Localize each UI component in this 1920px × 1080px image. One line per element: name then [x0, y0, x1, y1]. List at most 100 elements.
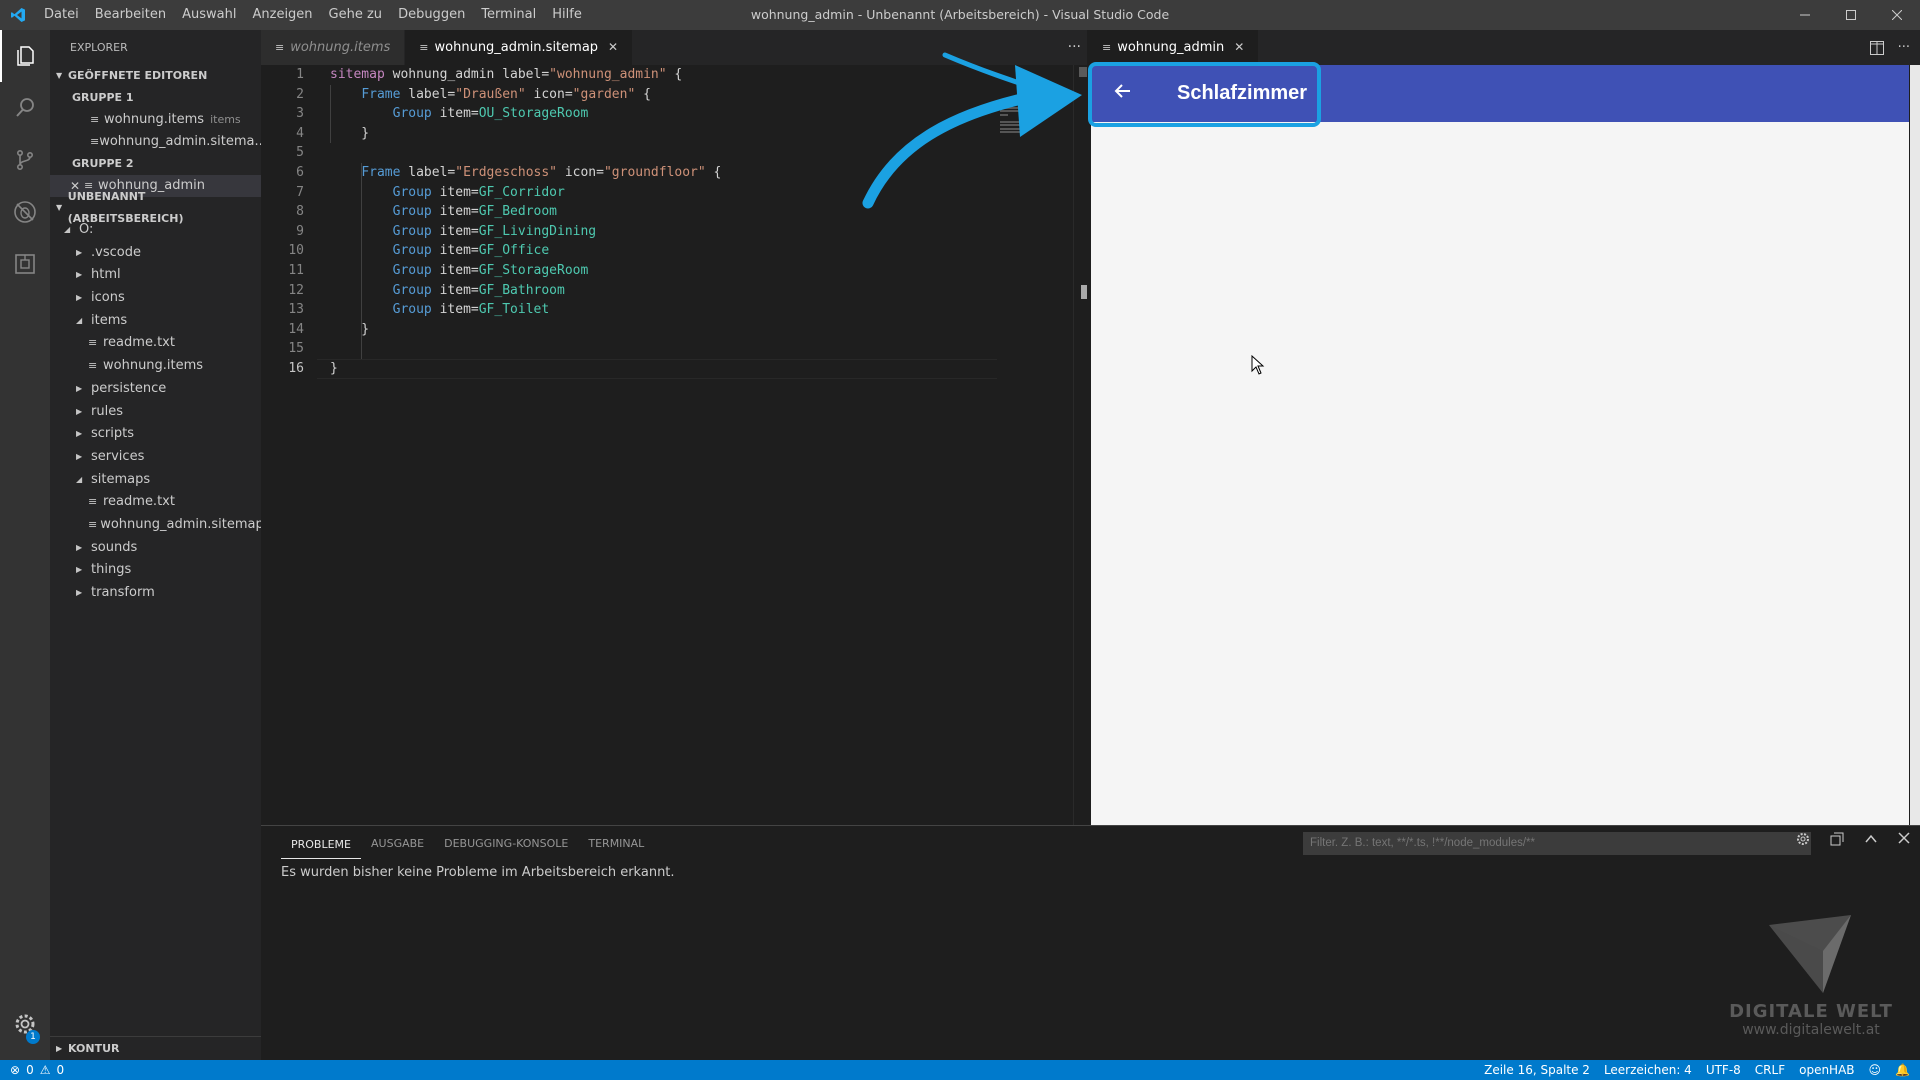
code-line: 9 Group item=GF_LivingDining: [261, 222, 991, 242]
tab-wohnung-admin-sitemap[interactable]: ≡ wohnung_admin.sitemap ✕: [405, 30, 634, 65]
maximize-button[interactable]: [1828, 0, 1874, 30]
workspace-header[interactable]: ▼ UNBENANNT (ARBEITSBEREICH): [50, 190, 261, 225]
tree-folder[interactable]: ◢ items: [50, 310, 261, 333]
line-ending[interactable]: CRLF: [1755, 1063, 1785, 1077]
smiley-feedback-icon[interactable]: ☺: [1869, 1063, 1882, 1077]
debug-icon: [14, 201, 36, 223]
code-text: Group item=OU_StorageRoom: [392, 106, 589, 122]
menu-view[interactable]: Anzeigen: [244, 0, 320, 30]
code-text: Group item=GF_Corridor: [392, 184, 565, 200]
source-control-icon: [17, 149, 34, 170]
close-icon[interactable]: ✕: [1234, 30, 1244, 65]
tree-folder[interactable]: ◢ sitemaps: [50, 469, 261, 492]
tree-folder[interactable]: ▶ transform: [50, 582, 261, 605]
activity-debug[interactable]: [0, 186, 50, 238]
code-text: Group item=GF_Toilet: [392, 302, 550, 318]
tree-folder[interactable]: ▶ services: [50, 446, 261, 469]
tree-folder[interactable]: ▶ sounds: [50, 537, 261, 560]
editor-actions: ···: [1869, 30, 1920, 65]
tree-folder[interactable]: ▶ scripts: [50, 423, 261, 446]
tree-file[interactable]: ≡ readme.txt: [50, 332, 261, 355]
chevron-right-icon: ▶: [76, 270, 83, 280]
collapse-all-icon[interactable]: [1830, 832, 1844, 846]
preview-tabs: ≡ wohnung_admin ✕ ···: [1088, 30, 1920, 65]
code-text: Frame label="Erdgeschoss" icon="groundfl…: [361, 165, 722, 180]
tab-output[interactable]: AUSGABE: [361, 826, 434, 861]
tab-wohnung-admin-preview[interactable]: ≡ wohnung_admin ✕: [1088, 30, 1260, 65]
activity-explorer[interactable]: [0, 30, 50, 82]
cursor-position[interactable]: Zeile 16, Spalte 2: [1484, 1063, 1590, 1077]
tab-wohnung-items[interactable]: ≡ wohnung.items: [261, 30, 406, 65]
tree-file[interactable]: ≡ wohnung.items: [50, 355, 261, 378]
encoding[interactable]: UTF-8: [1706, 1063, 1741, 1077]
menu-selection[interactable]: Auswahl: [174, 0, 244, 30]
bell-icon[interactable]: 🔔: [1895, 1063, 1910, 1077]
tree-label: scripts: [91, 426, 134, 442]
preview-scrollbar[interactable]: [1910, 65, 1920, 825]
indentation[interactable]: Leerzeichen: 4: [1604, 1063, 1692, 1077]
menu-terminal[interactable]: Terminal: [473, 0, 544, 30]
sitemap-preview: Schlafzimmer: [1091, 65, 1909, 825]
minimize-button[interactable]: [1782, 0, 1828, 30]
more-actions-icon[interactable]: ···: [1898, 40, 1910, 55]
activity-search[interactable]: [0, 82, 50, 134]
open-editor-item[interactable]: ≡ wohnung.items items: [50, 109, 261, 131]
problems-status[interactable]: ⊗ 0 ⚠ 0: [0, 1063, 64, 1077]
problems-message: Es wurden bisher keine Probleme im Arbei…: [281, 865, 675, 880]
tab-terminal[interactable]: TERMINAL: [578, 826, 654, 861]
menu-debug[interactable]: Debuggen: [390, 0, 473, 30]
activity-bar: 1: [0, 30, 50, 1060]
close-icon[interactable]: ✕: [608, 30, 618, 65]
tree-file[interactable]: ≡ wohnung_admin.sitemap: [50, 514, 261, 537]
outline-header[interactable]: ▶ KONTUR: [50, 1036, 261, 1060]
close-window-button[interactable]: [1874, 0, 1920, 30]
code-text: Group item=GF_StorageRoom: [392, 263, 589, 278]
chevron-up-icon[interactable]: [1864, 832, 1878, 846]
watermark: DIGITALE WELT www.digitalewelt.at: [1726, 911, 1896, 1038]
tree-folder[interactable]: ▶ rules: [50, 401, 261, 424]
open-editor-item[interactable]: ≡ wohnung_admin.sitema...: [50, 131, 261, 153]
menu-file[interactable]: Datei: [36, 0, 87, 30]
split-editor-icon[interactable]: [1869, 40, 1884, 55]
activity-manage[interactable]: 1: [0, 998, 50, 1050]
menu-go[interactable]: Gehe zu: [321, 0, 391, 30]
line-number: 8: [296, 204, 304, 220]
settings-badge: 1: [26, 1030, 40, 1044]
status-right: Zeile 16, Spalte 2 Leerzeichen: 4 UTF-8 …: [1484, 1060, 1910, 1080]
tree-folder[interactable]: ▶ .vscode: [50, 242, 261, 265]
vscode-logo-icon: [0, 0, 36, 30]
chevron-down-icon: ◢: [76, 315, 83, 325]
chevron-right-icon: ▶: [76, 542, 83, 552]
tab-debug-console[interactable]: DEBUGGING-KONSOLE: [434, 826, 578, 861]
chevron-down-icon: ▼: [56, 71, 63, 80]
line-number: 14: [288, 321, 304, 337]
tree-folder[interactable]: ▶ icons: [50, 287, 261, 310]
file-icon: ≡: [88, 336, 98, 350]
menu-help[interactable]: Hilfe: [544, 0, 590, 30]
search-icon: [16, 98, 34, 117]
tree-folder[interactable]: ▶ html: [50, 264, 261, 287]
open-editors-header[interactable]: ▼ GEÖFFNETE EDITOREN: [50, 65, 261, 87]
workspace-label: UNBENANNT (ARBEITSBEREICH): [67, 190, 184, 225]
tab-label: wohnung_admin.sitemap: [434, 40, 599, 55]
language-mode[interactable]: openHAB: [1799, 1063, 1854, 1077]
problems-filter-input[interactable]: [1303, 832, 1811, 855]
filter-settings-icon[interactable]: [1796, 832, 1810, 846]
menu-bar: Datei Bearbeiten Auswahl Anzeigen Gehe z…: [36, 0, 590, 30]
chevron-down-icon: ◢: [64, 225, 71, 234]
tree-folder[interactable]: ▶ persistence: [50, 378, 261, 401]
activity-scm[interactable]: [0, 134, 50, 186]
chevron-right-icon: ▶: [76, 293, 83, 303]
watermark-brand: DIGITALE WELT: [1729, 1001, 1893, 1022]
chevron-right-icon: ▶: [76, 247, 83, 257]
tab-problems[interactable]: PROBLEME: [281, 831, 362, 859]
close-panel-icon[interactable]: [1898, 832, 1910, 844]
chevron-right-icon: ▶: [76, 406, 83, 416]
digitale-welt-logo-icon: [1769, 915, 1851, 993]
code-text: }: [330, 361, 338, 376]
activity-extensions[interactable]: [0, 238, 50, 290]
menu-edit[interactable]: Bearbeiten: [87, 0, 174, 30]
tree-file[interactable]: ≡ readme.txt: [50, 491, 261, 514]
tree-label: services: [91, 448, 145, 464]
tree-folder[interactable]: ▶ things: [50, 559, 261, 582]
